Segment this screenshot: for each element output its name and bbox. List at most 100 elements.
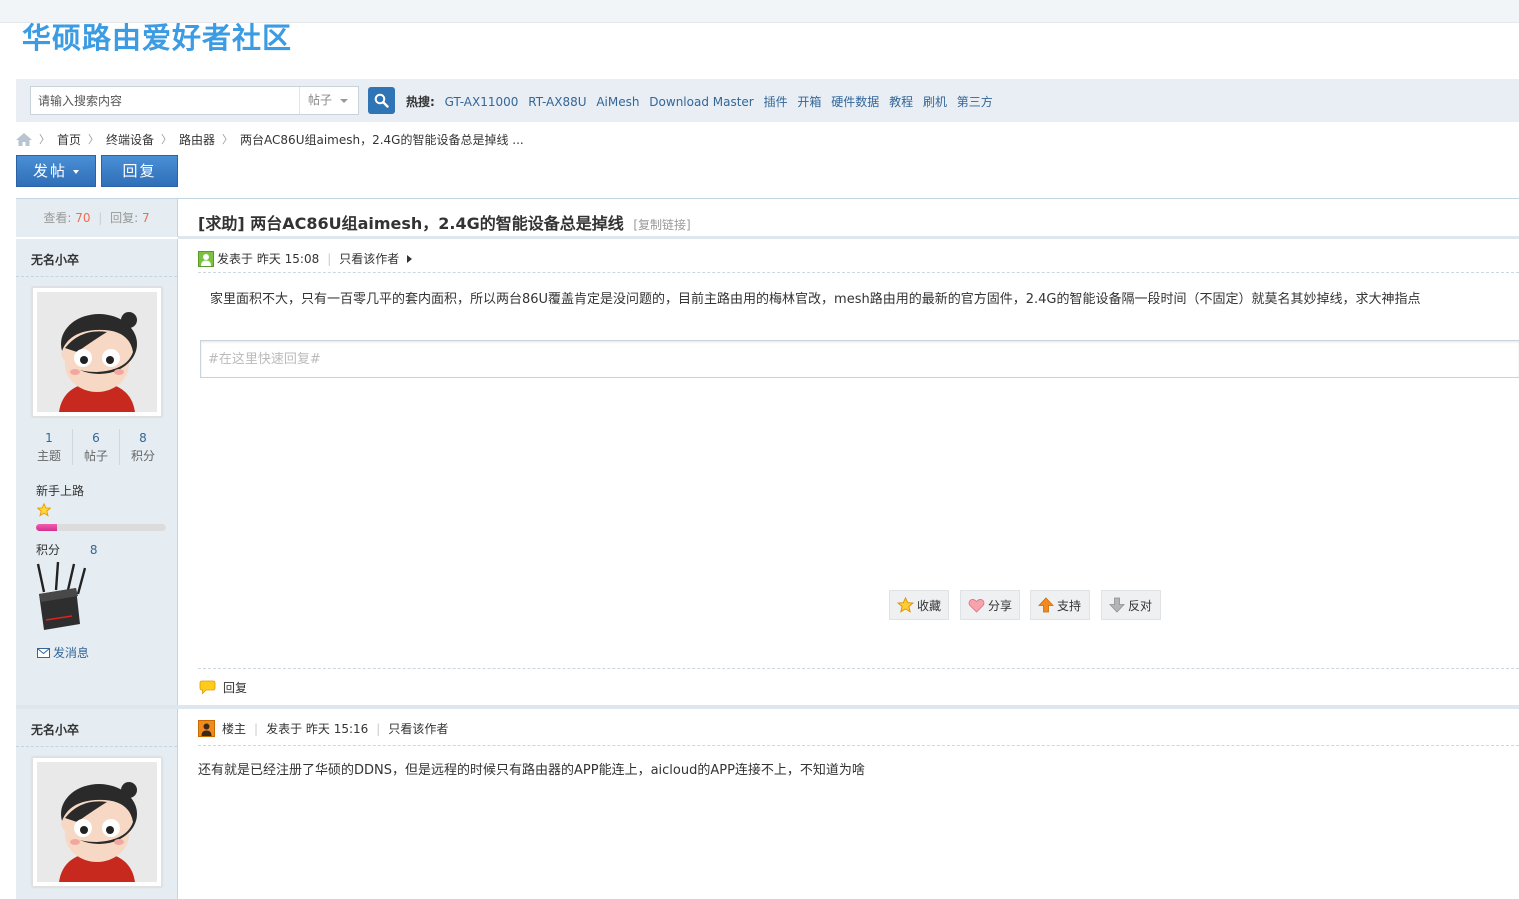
thread-stats: 查看: 70 | 回复: 7 [16, 198, 178, 237]
search-bar: 帖子 热搜: GT-AX11000 RT-AX88U AiMesh Downlo… [16, 79, 1519, 122]
share-label: 分享 [988, 598, 1013, 613]
user-rank[interactable]: 新手上路 [36, 482, 84, 499]
divider [198, 668, 1519, 669]
search-icon [374, 93, 389, 108]
stat-label: 帖子 [83, 449, 108, 463]
support-button[interactable]: 支持 [1030, 590, 1090, 620]
chevron-down-icon [73, 169, 79, 174]
post-body: 还有就是已经注册了华硕的DDNS，但是远程的时候只有路由器的APP能连上，aic… [198, 763, 865, 778]
hot-term-hardware[interactable]: 硬件数据 [831, 95, 879, 109]
stat-value: 1 [45, 431, 53, 445]
site-title[interactable]: 华硕路由爱好者社区 [22, 15, 292, 57]
post-meta: 楼主 | 发表于 昨天 15:16 | 只看该作者 [198, 720, 448, 737]
post-meta: 发表于 昨天 15:08 | 只看该作者 [198, 250, 413, 267]
replies-label: 回复: [110, 211, 139, 225]
hot-term-plugins[interactable]: 插件 [764, 95, 788, 109]
copy-link[interactable]: [复制链接] [633, 218, 690, 232]
score-value: 8 [89, 543, 98, 557]
divider [178, 198, 1519, 199]
divider [178, 236, 1519, 239]
stat-value: 8 [139, 431, 147, 445]
score-row: 积分 8 [36, 541, 97, 558]
stat-label: 主题 [36, 449, 61, 463]
favorite-label: 收藏 [917, 598, 942, 613]
router-medal-icon [36, 562, 86, 630]
thread-starter-icon [198, 720, 215, 737]
new-post-button[interactable]: 发帖 [16, 155, 96, 187]
meta-separator: | [327, 251, 332, 266]
hot-term-unboxing[interactable]: 开箱 [797, 95, 821, 109]
arrow-up-icon [1038, 597, 1054, 613]
divider [198, 272, 1519, 273]
breadcrumb-routers[interactable]: 路由器 [179, 131, 215, 148]
search-input[interactable] [31, 87, 299, 114]
avatar-cartoon-icon [37, 762, 157, 882]
search-type-label: 帖子 [308, 93, 333, 107]
post-time: 发表于 昨天 15:08 [217, 252, 320, 266]
breadcrumb-current-thread[interactable]: 两台AC86U组aimesh，2.4G的智能设备总是掉线 ... [240, 131, 524, 148]
search-button[interactable] [368, 87, 395, 114]
author-name[interactable]: 无名小卒 [31, 721, 79, 738]
avatar[interactable] [32, 287, 162, 417]
post-author-panel: 无名小卒 1 主题 6 帖子 8 积分 新手上路 积分 8 发消息 [16, 239, 178, 705]
play-triangle-icon[interactable] [407, 254, 413, 263]
star-icon [897, 597, 914, 613]
post-reply-label: 回复 [223, 681, 248, 695]
author-stats: 1 主题 6 帖子 8 积分 [26, 429, 166, 465]
breadcrumb-home[interactable]: 首页 [57, 131, 81, 148]
heart-icon [968, 598, 985, 613]
favorite-button[interactable]: 收藏 [889, 590, 949, 620]
reply-label: 回复 [122, 162, 157, 180]
replies-count: 7 [142, 211, 150, 225]
breadcrumb-separator: 〉 [88, 133, 100, 146]
thread-title: [求助] 两台AC86U组aimesh，2.4G的智能设备总是掉线 [复制链接] [198, 210, 691, 234]
only-author-link[interactable]: 只看该作者 [339, 250, 399, 267]
breadcrumb-separator: 〉 [222, 133, 234, 146]
search-box: 帖子 [30, 86, 359, 115]
reply-button[interactable]: 回复 [101, 155, 178, 187]
star-icon [37, 503, 51, 517]
post-divider [16, 705, 1519, 709]
post-author-panel: 无名小卒 [16, 709, 178, 899]
post-reply-link[interactable]: 回复 [199, 679, 247, 696]
oppose-button[interactable]: 反对 [1101, 590, 1161, 620]
breadcrumb-separator: 〉 [161, 133, 173, 146]
views-count: 70 [75, 211, 91, 225]
breadcrumb-devices[interactable]: 终端设备 [106, 131, 154, 148]
hot-term-aimesh[interactable]: AiMesh [596, 95, 639, 109]
hot-term-third-party[interactable]: 第三方 [957, 95, 993, 109]
avatar-cartoon-icon [37, 292, 157, 412]
home-icon[interactable] [16, 132, 32, 146]
avatar[interactable] [32, 757, 162, 887]
online-user-icon [198, 250, 214, 267]
hot-term-tutorial[interactable]: 教程 [889, 95, 913, 109]
hot-search-label: 热搜: [406, 95, 435, 109]
views-label: 查看: [43, 211, 72, 225]
divider [198, 745, 1519, 746]
breadcrumb: 〉 首页 〉 终端设备 〉 路由器 〉 两台AC86U组aimesh，2.4G的… [16, 130, 524, 148]
quick-reply-box [200, 340, 1519, 378]
stat-topics[interactable]: 1 主题 [26, 429, 73, 465]
envelope-icon [37, 647, 50, 658]
chevron-down-icon [340, 99, 348, 103]
send-message-link[interactable]: 发消息 [37, 644, 89, 661]
hot-term-flash[interactable]: 刷机 [923, 95, 947, 109]
hot-term-gt-ax11000[interactable]: GT-AX11000 [445, 95, 519, 109]
stat-posts[interactable]: 6 帖子 [73, 429, 120, 465]
author-name[interactable]: 无名小卒 [31, 251, 79, 268]
hot-term-download-master[interactable]: Download Master [649, 95, 753, 109]
only-author-link[interactable]: 只看该作者 [388, 720, 448, 737]
meta-separator: | [376, 721, 381, 736]
hot-term-rt-ax88u[interactable]: RT-AX88U [528, 95, 586, 109]
quick-reply-input[interactable] [201, 341, 1519, 377]
search-type-select[interactable]: 帖子 [299, 87, 358, 114]
stat-label: 积分 [130, 449, 155, 463]
arrow-down-icon [1109, 597, 1125, 613]
new-post-label: 发帖 [32, 162, 67, 180]
stat-points[interactable]: 8 积分 [120, 429, 166, 465]
speech-bubble-icon [199, 680, 216, 695]
divider [16, 276, 177, 277]
share-button[interactable]: 分享 [960, 590, 1020, 620]
level-progress-bar [36, 524, 166, 531]
send-message-label: 发消息 [53, 646, 90, 660]
